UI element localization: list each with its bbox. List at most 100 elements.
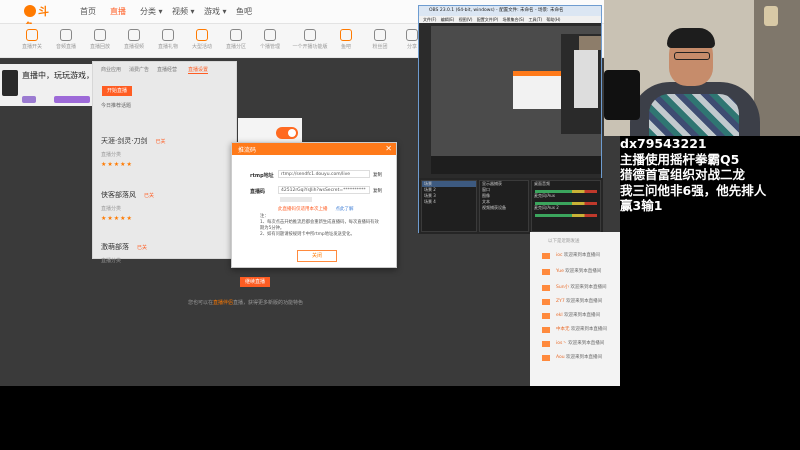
share-icon [406,29,418,41]
obs-preview [431,26,601,174]
list-item[interactable]: Sun小 欢迎来到本直播间 [542,284,618,292]
level-badge [542,253,550,259]
scene-item[interactable]: 场景 4 [422,199,476,205]
list-item[interactable]: 侠客部落风 已关 直播分类 ★★★★★ [101,182,229,222]
nav-home[interactable]: 首页 [80,5,96,19]
dialog-notes: 注： 1、每次点击开始推流后都会重新生成直播码，每次直播码有效期为5分钟。 2、… [260,214,379,237]
douyu-logo[interactable]: 斗鱼 [24,4,58,34]
close-button[interactable]: 关闭 [297,250,337,262]
key-label: 直播码 [250,189,266,195]
nested-dialog [513,71,561,109]
overlay-line: 我三问他非6强，他先排人 [620,182,767,198]
live-toggle[interactable] [276,127,298,139]
obs-docks: 场景 场景 2 场景 3 场景 4 显示器捕获 窗口 图像 文本 视频捕获设备 … [419,178,603,234]
list-item[interactable]: ZY7 欢迎来到本直播间 [542,298,618,306]
start-live-button[interactable]: 开始直播 [102,86,132,96]
toggle-knob [288,129,296,137]
level-badge [542,285,550,291]
nested-webcam [579,36,601,50]
tab-live-settings[interactable]: 直播设置 [188,66,209,74]
rating-stars: ★★★★★ [101,215,133,222]
mixer-dock: 桌面音频 麦克风/Aux 麦克风/Aux 2 [531,180,601,232]
list-item[interactable]: ekl 欢迎来到本直播间 [542,312,618,320]
viewer-list-panel: 以下是近期发送 ioc 欢迎来到本直播间 Yue 欢迎来到本直播间 Sun小 欢… [530,232,620,386]
feature-yuba[interactable]: 鱼吧 [328,29,364,57]
live-settings-panel: 商业应用 消费广告 直播经营 直播设置 开始直播 今日推荐话题 天涯·剑灵·刀剑… [92,61,237,264]
video-icon [128,29,140,41]
level-badge [542,313,550,319]
feature-fans[interactable]: 粉丝团 [362,29,398,57]
audio-meter [535,214,597,217]
broadcast-icon [304,29,316,41]
feature-events[interactable]: 大型活动 [184,29,220,57]
microphone [604,70,640,120]
list-item[interactable]: 激萌部落 已关 直播分类 [101,234,229,264]
event-icon [196,29,208,41]
source-item[interactable]: 视频捕获设备 [480,205,528,211]
feature-manage[interactable]: 个播管理 [252,29,288,57]
list-item[interactable]: Yue 欢迎来到本直播间 [542,268,618,276]
mixer-channel: 桌面音频 [534,181,550,186]
feature-go-live[interactable]: 一个开播功能版 [288,29,332,57]
nav-category[interactable]: 分类 ▾ [140,5,163,19]
nav-live[interactable]: 直播 [110,5,126,19]
zone-icon [230,29,242,41]
obs-menubar[interactable]: 文件(F) 编辑(E) 视图(V) 配置文件(P) 场景集合(S) 工具(T) … [419,16,601,23]
fans-icon [374,29,386,41]
feature-zones[interactable]: 直播分区 [218,29,254,57]
nav-games[interactable]: 游戏 ▾ [204,5,227,19]
dialog-title: 推流码 [238,147,257,154]
power-icon [26,29,38,41]
rtmp-label: rtmp地址 [250,173,274,179]
waveform-icon [60,29,72,41]
copy-key-button[interactable]: 复制 [373,188,382,194]
obs-titlebar[interactable]: OBS 23.0.1 (64-bit, windows) - 配置文件: 未命名… [419,6,601,16]
feature-gifts[interactable]: 直播礼物 [150,29,186,57]
tab-ads[interactable]: 消费广告 [129,66,149,73]
stream-frame: 斗鱼 首页 直播 分类 ▾ 视频 ▾ 游戏 ▾ 鱼吧 直播开关 音频直播 直播回… [0,0,800,450]
rating-stars: ★★★★★ [101,161,133,168]
nav-yuba[interactable]: 鱼吧 [236,5,252,19]
nested-capture [431,26,601,156]
level-badge [542,341,550,347]
tab-business[interactable]: 商业应用 [101,66,121,73]
overlay-line: 赢3输1 [620,198,663,213]
list-item[interactable]: Aou 欢迎来到本直播间 [542,354,618,362]
list-item[interactable]: 天涯·剑灵·刀剑 已关 直播分类 ★★★★★ [101,128,229,168]
companion-link[interactable]: 直播伴侣 [213,300,233,306]
list-item[interactable]: ios丶 欢迎来到本直播间 [542,340,618,348]
rtmp-field[interactable]: rtmp://sendfc1.douyu.com/live [278,170,370,178]
learn-more-link[interactable]: 点此了解 [336,207,354,212]
nav-video[interactable]: 视频 ▾ [172,5,195,19]
list-item[interactable]: ioc 欢迎来到本直播间 [542,252,618,260]
manage-icon [264,29,276,41]
streamer-hair [667,28,715,48]
replay-icon [94,29,106,41]
mixer-channel: 麦克风/Aux 2 [534,205,559,210]
copy-rtmp-button[interactable]: 复制 [373,172,382,178]
continue-live-button[interactable]: 继续直播 [240,277,270,287]
feature-audio-live[interactable]: 音频直播 [48,29,84,57]
dialog-header: 推流码 ✕ [232,143,396,155]
sources-dock: 显示器捕获 窗口 图像 文本 视频捕获设备 [479,180,529,232]
feature-videos[interactable]: 直播视频 [116,29,152,57]
level-badge [542,299,550,305]
feature-replay[interactable]: 直播回放 [82,29,118,57]
avatar[interactable] [2,70,18,96]
tab-operation[interactable]: 直播经营 [157,66,177,73]
stream-key-dialog: 推流码 ✕ rtmp地址 rtmp://sendfc1.douyu.com/li… [231,142,397,268]
feature-live-switch[interactable]: 直播开关 [14,29,50,57]
level-badge [542,355,550,361]
list-item[interactable]: 中本无 欢迎来到本直播间 [542,326,618,334]
nested-window [574,50,598,108]
shelf-object [764,6,778,26]
overlay-line: 主播使用摇杆拳霸Q5 [620,151,740,167]
mixer-channel: 麦克风/Aux [534,193,555,198]
overlay-line: 猎德首富组织对战二龙 [620,167,746,182]
close-icon[interactable]: ✕ [385,144,392,154]
glasses [674,52,710,60]
stream-key-field[interactable]: 42512rGqiYsJlih?wsSecret=********** [278,186,370,194]
jacket-pattern [649,94,739,136]
bottom-note: 您也可以在直播伴侣直播，获得更多新版的功能特色 [188,300,304,306]
level-badge [542,327,550,333]
